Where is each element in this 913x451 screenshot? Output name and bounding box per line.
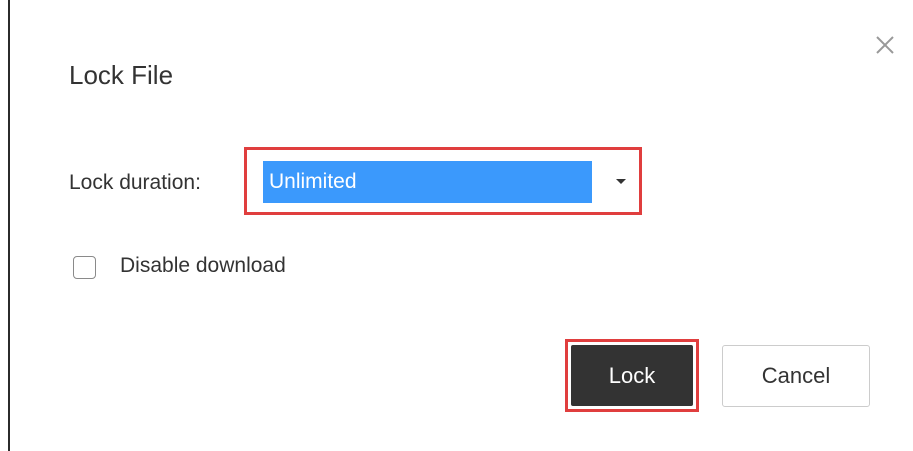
lock-button[interactable]: Lock xyxy=(571,345,693,406)
close-button[interactable] xyxy=(870,30,900,60)
disable-download-label[interactable]: Disable download xyxy=(120,254,286,278)
lock-file-dialog: Lock File Lock duration: Unlimited Disab… xyxy=(10,0,913,451)
screen: Lock File Lock duration: Unlimited Disab… xyxy=(0,0,913,451)
chevron-down-icon xyxy=(616,179,626,184)
lock-duration-label: Lock duration: xyxy=(69,171,201,194)
lock-duration-selected-value: Unlimited xyxy=(263,161,592,203)
dialog-title: Lock File xyxy=(69,60,174,90)
disable-download-checkbox[interactable] xyxy=(73,256,96,279)
cancel-button[interactable]: Cancel xyxy=(722,345,870,407)
close-icon xyxy=(876,36,894,54)
lock-duration-select[interactable]: Unlimited xyxy=(263,161,633,203)
